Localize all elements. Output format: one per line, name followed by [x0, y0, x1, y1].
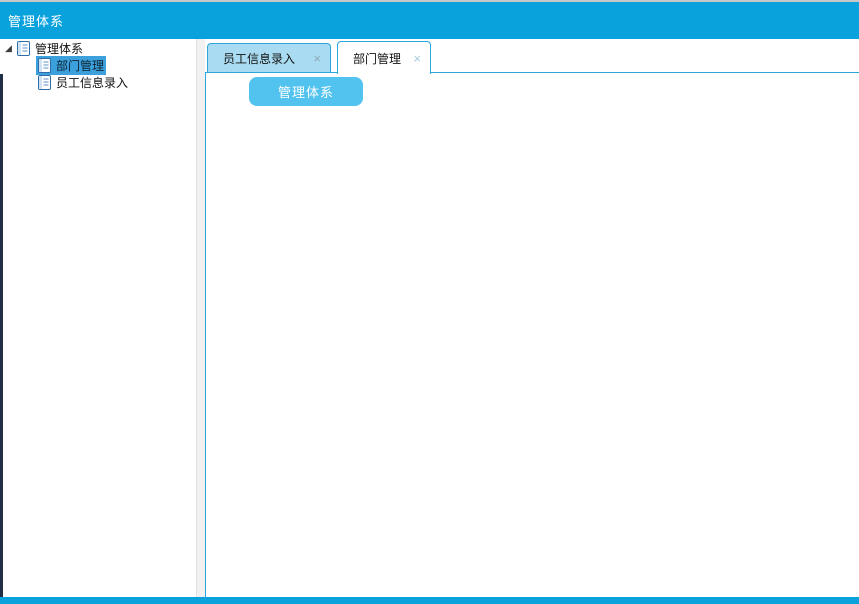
- app-window: 管理体系 ◢ 管理体系: [0, 0, 859, 604]
- page-title: 管理体系: [0, 11, 64, 30]
- tab-content-panel: 管理体系: [205, 72, 859, 597]
- tree-node-employee-info-entry[interactable]: 员工信息录入: [38, 74, 130, 91]
- document-icon: [17, 41, 30, 56]
- tab-label[interactable]: 部门管理: [338, 50, 401, 67]
- tree-node-label-employee[interactable]: 员工信息录入: [54, 73, 130, 92]
- bottom-status-bar: [0, 597, 859, 604]
- document-icon: [38, 75, 51, 90]
- management-system-button[interactable]: 管理体系: [249, 77, 363, 106]
- window-left-edge: [0, 74, 3, 598]
- panel-splitter[interactable]: [197, 39, 205, 597]
- tab-label[interactable]: 员工信息录入: [208, 50, 295, 67]
- tree-expand-icon[interactable]: ◢: [5, 44, 17, 53]
- tree-node-root[interactable]: ◢ 管理体系: [5, 40, 85, 57]
- navigation-tree-panel: ◢ 管理体系: [0, 39, 197, 597]
- title-bar: 管理体系: [0, 2, 859, 39]
- document-icon: [38, 58, 51, 73]
- tab-department-management[interactable]: 部门管理 ×: [337, 41, 431, 74]
- tab-close-icon[interactable]: ×: [413, 52, 430, 65]
- tab-close-icon[interactable]: ×: [313, 52, 330, 65]
- tree-node-department-management[interactable]: 部门管理: [36, 57, 106, 74]
- tab-employee-info-entry[interactable]: 员工信息录入 ×: [207, 43, 331, 72]
